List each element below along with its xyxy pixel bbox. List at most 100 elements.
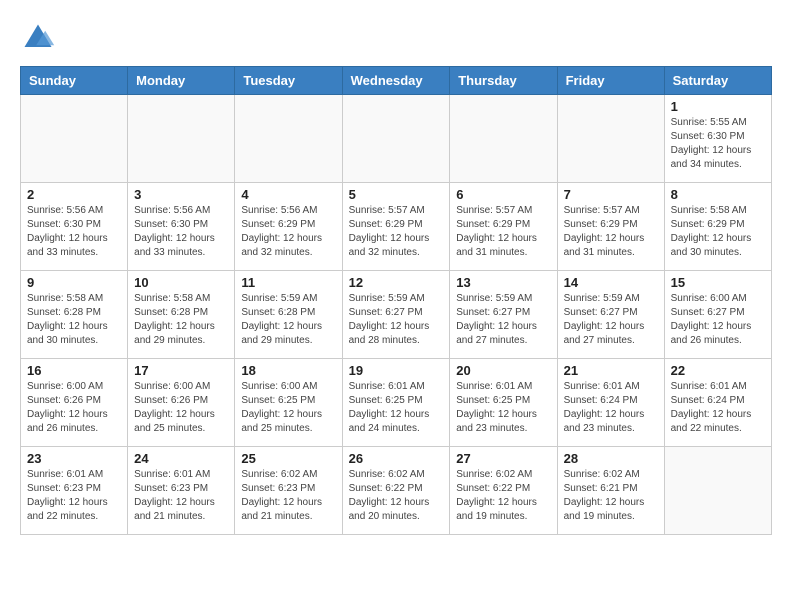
day-info: Sunrise: 6:00 AM Sunset: 6:26 PM Dayligh… bbox=[27, 380, 121, 436]
day-info: Sunrise: 5:58 AM Sunset: 6:29 PM Dayligh… bbox=[671, 204, 765, 260]
calendar-cell: 15 Sunrise: 6:00 AM Sunset: 6:27 PM Dayli… bbox=[664, 271, 771, 359]
day-info: Sunrise: 6:01 AM Sunset: 6:24 PM Dayligh… bbox=[564, 380, 658, 436]
calendar-week-row-2: 2Sunrise: 5:56 AM Sunset: 6:30 PM Daylig… bbox=[21, 183, 772, 271]
weekday-header-saturday: Saturday bbox=[664, 67, 771, 95]
weekday-header-sunday: Sunday bbox=[21, 67, 128, 95]
day-number: 21 bbox=[564, 363, 658, 378]
calendar-cell: 11 Sunrise: 5:59 AM Sunset: 6:28 PM Dayli… bbox=[235, 271, 342, 359]
logo bbox=[20, 20, 62, 56]
calendar-cell: 20 Sunrise: 6:01 AM Sunset: 6:25 PM Dayli… bbox=[450, 359, 557, 447]
calendar-cell: 5 Sunrise: 5:57 AM Sunset: 6:29 PM Daylig… bbox=[342, 183, 450, 271]
day-info: Sunrise: 5:57 AM Sunset: 6:29 PM Dayligh… bbox=[349, 204, 444, 260]
day-info: Sunrise: 5:59 AM Sunset: 6:27 PM Dayligh… bbox=[349, 292, 444, 348]
calendar-cell: 26 Sunrise: 6:02 AM Sunset: 6:22 PM Dayli… bbox=[342, 447, 450, 535]
calendar-cell: 8 Sunrise: 5:58 AM Sunset: 6:29 PM Daylig… bbox=[664, 183, 771, 271]
day-info: Sunrise: 5:56 AM Sunset: 6:30 PM Dayligh… bbox=[134, 204, 228, 260]
day-info: Sunrise: 6:02 AM Sunset: 6:22 PM Dayligh… bbox=[349, 468, 444, 524]
day-number: 9 bbox=[27, 275, 121, 290]
calendar-cell: 25Sunrise: 6:02 AM Sunset: 6:23 PM Dayli… bbox=[235, 447, 342, 535]
calendar-cell: 28 Sunrise: 6:02 AM Sunset: 6:21 PM Dayli… bbox=[557, 447, 664, 535]
calendar-cell: 23 Sunrise: 6:01 AM Sunset: 6:23 PM Dayli… bbox=[21, 447, 128, 535]
day-number: 22 bbox=[671, 363, 765, 378]
day-number: 8 bbox=[671, 187, 765, 202]
header bbox=[20, 20, 772, 56]
day-number: 28 bbox=[564, 451, 658, 466]
calendar-cell bbox=[450, 95, 557, 183]
day-number: 24 bbox=[134, 451, 228, 466]
calendar-cell: 22 Sunrise: 6:01 AM Sunset: 6:24 PM Dayli… bbox=[664, 359, 771, 447]
day-number: 20 bbox=[456, 363, 550, 378]
weekday-header-thursday: Thursday bbox=[450, 67, 557, 95]
day-number: 10 bbox=[134, 275, 228, 290]
day-info: Sunrise: 5:59 AM Sunset: 6:27 PM Dayligh… bbox=[564, 292, 658, 348]
day-number: 4 bbox=[241, 187, 335, 202]
calendar-cell bbox=[21, 95, 128, 183]
calendar-cell bbox=[557, 95, 664, 183]
weekday-header-tuesday: Tuesday bbox=[235, 67, 342, 95]
day-number: 12 bbox=[349, 275, 444, 290]
day-info: Sunrise: 5:56 AM Sunset: 6:29 PM Dayligh… bbox=[241, 204, 335, 260]
day-info: Sunrise: 5:57 AM Sunset: 6:29 PM Dayligh… bbox=[564, 204, 658, 260]
day-number: 14 bbox=[564, 275, 658, 290]
weekday-header-friday: Friday bbox=[557, 67, 664, 95]
day-info: Sunrise: 5:57 AM Sunset: 6:29 PM Dayligh… bbox=[456, 204, 550, 260]
day-number: 6 bbox=[456, 187, 550, 202]
day-info: Sunrise: 5:59 AM Sunset: 6:27 PM Dayligh… bbox=[456, 292, 550, 348]
calendar-cell: 10 Sunrise: 5:58 AM Sunset: 6:28 PM Dayli… bbox=[128, 271, 235, 359]
calendar-cell: 14 Sunrise: 5:59 AM Sunset: 6:27 PM Dayli… bbox=[557, 271, 664, 359]
day-number: 23 bbox=[27, 451, 121, 466]
day-info: Sunrise: 6:01 AM Sunset: 6:25 PM Dayligh… bbox=[456, 380, 550, 436]
calendar-cell: 13 Sunrise: 5:59 AM Sunset: 6:27 PM Dayli… bbox=[450, 271, 557, 359]
calendar-cell: 27 Sunrise: 6:02 AM Sunset: 6:22 PM Dayli… bbox=[450, 447, 557, 535]
day-info: Sunrise: 6:02 AM Sunset: 6:21 PM Dayligh… bbox=[564, 468, 658, 524]
calendar-cell: 3 Sunrise: 5:56 AM Sunset: 6:30 PM Daylig… bbox=[128, 183, 235, 271]
calendar-cell: 17 Sunrise: 6:00 AM Sunset: 6:26 PM Dayli… bbox=[128, 359, 235, 447]
day-info: Sunrise: 6:00 AM Sunset: 6:27 PM Dayligh… bbox=[671, 292, 765, 348]
calendar-table: SundayMondayTuesdayWednesdayThursdayFrid… bbox=[20, 66, 772, 535]
day-number: 15 bbox=[671, 275, 765, 290]
day-info: Sunrise: 5:59 AM Sunset: 6:28 PM Dayligh… bbox=[241, 292, 335, 348]
calendar-cell: 19 Sunrise: 6:01 AM Sunset: 6:25 PM Dayli… bbox=[342, 359, 450, 447]
calendar-cell: 21 Sunrise: 6:01 AM Sunset: 6:24 PM Dayli… bbox=[557, 359, 664, 447]
day-info: Sunrise: 6:01 AM Sunset: 6:25 PM Dayligh… bbox=[349, 380, 444, 436]
day-info: Sunrise: 6:01 AM Sunset: 6:23 PM Dayligh… bbox=[134, 468, 228, 524]
day-number: 11 bbox=[241, 275, 335, 290]
calendar-week-row-5: 23 Sunrise: 6:01 AM Sunset: 6:23 PM Dayli… bbox=[21, 447, 772, 535]
day-info: Sunrise: 5:56 AM Sunset: 6:30 PM Dayligh… bbox=[27, 204, 121, 260]
calendar-week-row-4: 16 Sunrise: 6:00 AM Sunset: 6:26 PM Dayli… bbox=[21, 359, 772, 447]
calendar-cell: 16 Sunrise: 6:00 AM Sunset: 6:26 PM Dayli… bbox=[21, 359, 128, 447]
calendar-cell bbox=[128, 95, 235, 183]
calendar-cell: 4 Sunrise: 5:56 AM Sunset: 6:29 PM Daylig… bbox=[235, 183, 342, 271]
day-number: 19 bbox=[349, 363, 444, 378]
day-info: Sunrise: 6:02 AM Sunset: 6:23 PM Dayligh… bbox=[241, 468, 335, 524]
calendar-week-row-1: 1Sunrise: 5:55 AM Sunset: 6:30 PM Daylig… bbox=[21, 95, 772, 183]
day-info: Sunrise: 6:01 AM Sunset: 6:24 PM Dayligh… bbox=[671, 380, 765, 436]
day-info: Sunrise: 6:02 AM Sunset: 6:22 PM Dayligh… bbox=[456, 468, 550, 524]
calendar-cell bbox=[664, 447, 771, 535]
day-number: 16 bbox=[27, 363, 121, 378]
weekday-header-row: SundayMondayTuesdayWednesdayThursdayFrid… bbox=[21, 67, 772, 95]
day-number: 7 bbox=[564, 187, 658, 202]
weekday-header-monday: Monday bbox=[128, 67, 235, 95]
calendar-cell: 12 Sunrise: 5:59 AM Sunset: 6:27 PM Dayli… bbox=[342, 271, 450, 359]
day-info: Sunrise: 6:00 AM Sunset: 6:26 PM Dayligh… bbox=[134, 380, 228, 436]
day-number: 5 bbox=[349, 187, 444, 202]
day-number: 27 bbox=[456, 451, 550, 466]
calendar-cell: 24 Sunrise: 6:01 AM Sunset: 6:23 PM Dayli… bbox=[128, 447, 235, 535]
logo-icon bbox=[20, 20, 56, 56]
day-number: 13 bbox=[456, 275, 550, 290]
day-info: Sunrise: 5:55 AM Sunset: 6:30 PM Dayligh… bbox=[671, 116, 765, 172]
calendar-cell bbox=[235, 95, 342, 183]
day-number: 17 bbox=[134, 363, 228, 378]
weekday-header-wednesday: Wednesday bbox=[342, 67, 450, 95]
day-number: 3 bbox=[134, 187, 228, 202]
calendar-cell: 9Sunrise: 5:58 AM Sunset: 6:28 PM Daylig… bbox=[21, 271, 128, 359]
day-info: Sunrise: 6:01 AM Sunset: 6:23 PM Dayligh… bbox=[27, 468, 121, 524]
calendar-week-row-3: 9 Sunrise: 5:58 AM Sunset: 6:28 PM Daylig… bbox=[21, 271, 772, 359]
day-number: 26 bbox=[349, 451, 444, 466]
calendar-cell: 2Sunrise: 5:56 AM Sunset: 6:30 PM Daylig… bbox=[21, 183, 128, 271]
calendar-cell: 1Sunrise: 5:55 AM Sunset: 6:30 PM Daylig… bbox=[664, 95, 771, 183]
day-info: Sunrise: 5:58 AM Sunset: 6:28 PM Dayligh… bbox=[134, 292, 228, 348]
day-number: 18 bbox=[241, 363, 335, 378]
calendar-cell bbox=[342, 95, 450, 183]
